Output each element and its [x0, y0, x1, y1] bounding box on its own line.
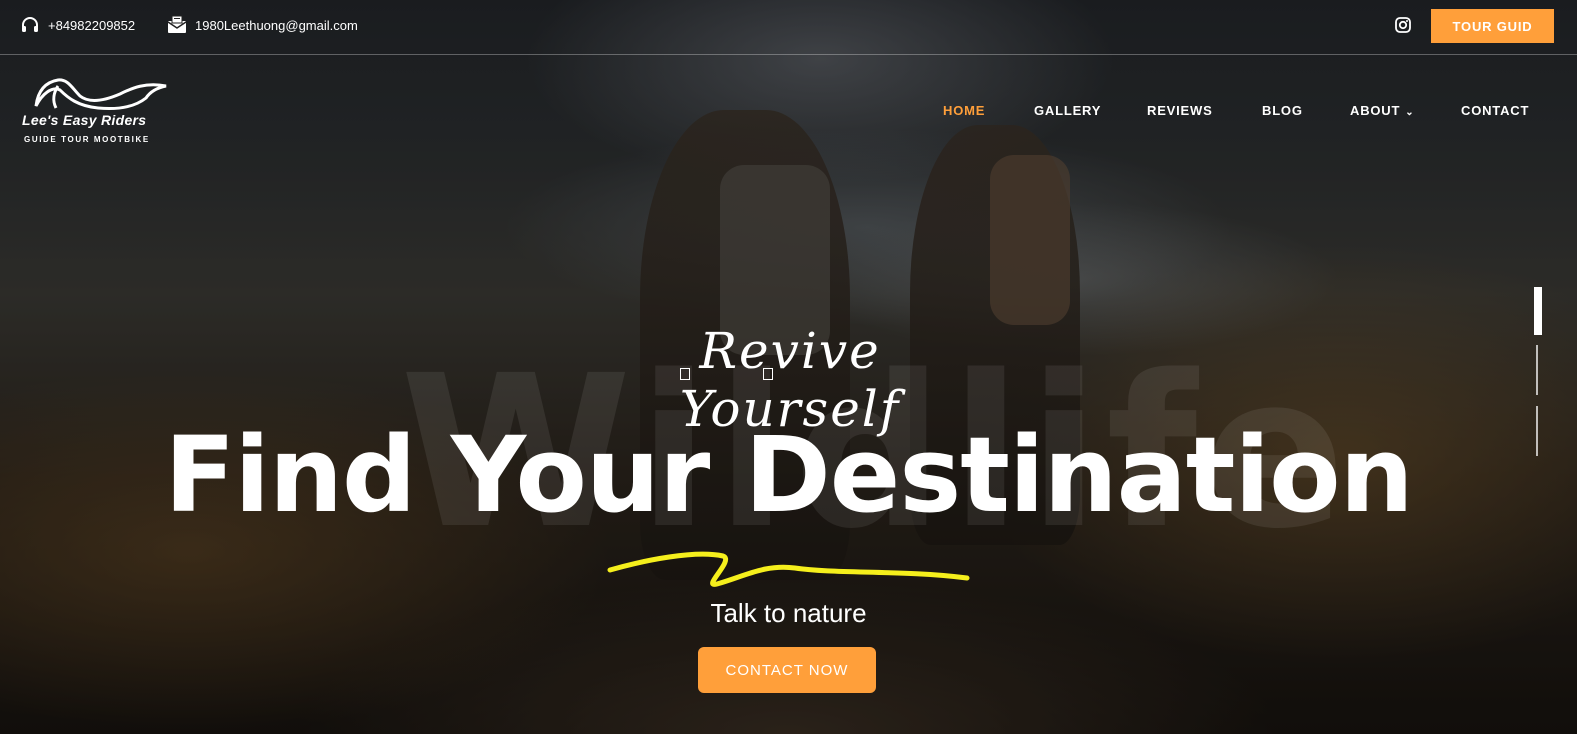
email-address: 1980Leethuong@gmail.com [195, 17, 358, 33]
contact-now-button[interactable]: CONTACT NOW [698, 647, 876, 693]
top-bar: +84982209852 1980Leethuong@gmail.com TOU… [0, 0, 1577, 55]
phone-contact[interactable]: +84982209852 [20, 15, 135, 35]
slide-indicator[interactable] [1536, 345, 1538, 395]
yellow-squiggle-decoration [607, 551, 970, 587]
headphones-icon [22, 17, 38, 32]
nav-home[interactable]: HOME [943, 103, 985, 118]
slide-indicator[interactable] [1536, 406, 1538, 456]
missing-glyph-box: . [680, 368, 690, 380]
nav-blog[interactable]: BLOG [1262, 103, 1303, 118]
nav-contact[interactable]: CONTACT [1461, 103, 1529, 118]
instagram-icon[interactable] [1395, 17, 1411, 33]
missing-glyph-box: . [763, 368, 773, 380]
tour-guide-button[interactable]: TOUR GUID [1431, 9, 1554, 43]
hero-subtitle: Talk to nature [710, 598, 867, 628]
nav-about-label: ABOUT [1350, 103, 1401, 118]
slide-indicator-active[interactable] [1534, 287, 1542, 335]
chevron-down-icon: ⌄ [1405, 107, 1415, 118]
logo-subtitle: GUIDE TOUR MOOTBIKE [24, 135, 150, 144]
nav-about[interactable]: ABOUT ⌄ [1350, 103, 1414, 118]
envelope-icon [167, 15, 187, 33]
email-contact[interactable]: 1980Leethuong@gmail.com [167, 15, 358, 35]
nav-reviews[interactable]: REVIEWS [1147, 103, 1213, 118]
nav-gallery[interactable]: GALLERY [1034, 103, 1101, 118]
phone-number: +84982209852 [48, 17, 136, 33]
hero-title: Find Your Destination [164, 414, 1413, 536]
main-navigation: HOME GALLERY REVIEWS BLOG ABOUT ⌄ CONTACT [0, 103, 1577, 123]
